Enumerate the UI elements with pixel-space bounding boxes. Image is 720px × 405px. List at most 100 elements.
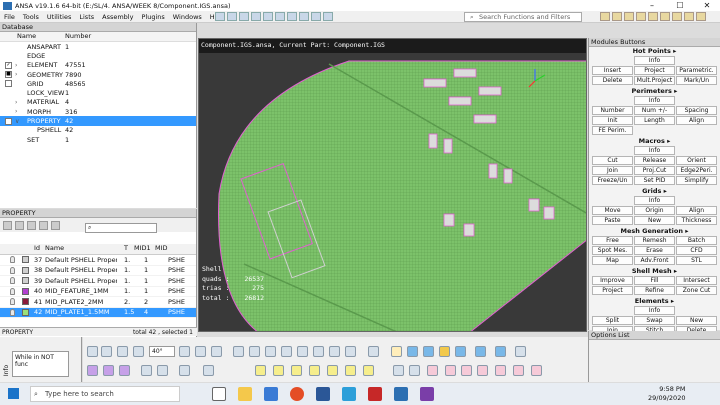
toolbar-icon[interactable] xyxy=(251,12,261,21)
lightbulb-icon[interactable] xyxy=(10,256,15,264)
toolbar-icon[interactable] xyxy=(239,12,249,21)
module-button[interactable]: Project xyxy=(592,286,633,295)
i-beam-icon[interactable] xyxy=(141,365,152,376)
module-button[interactable]: New xyxy=(676,316,717,325)
ent-icon[interactable] xyxy=(101,346,112,357)
module-button[interactable]: Info xyxy=(634,56,675,65)
database-row[interactable]: PSHELL 42 xyxy=(0,126,196,135)
module-button[interactable]: Paste xyxy=(592,216,633,225)
module-button[interactable]: Delete xyxy=(592,76,633,85)
database-row[interactable]: › MATERIAL 4 xyxy=(0,98,196,107)
module-button[interactable]: Improve xyxy=(592,276,633,285)
toolbar-icon[interactable] xyxy=(263,12,273,21)
toolbar-icon[interactable] xyxy=(323,12,333,21)
lightbulb-icon[interactable] xyxy=(10,266,15,274)
lightbulb-icon[interactable] xyxy=(10,287,15,295)
word-icon[interactable] xyxy=(316,387,330,401)
box-icon[interactable] xyxy=(455,346,466,357)
system-clock[interactable]: 9:58 PM 29/09/2020 xyxy=(648,385,685,403)
module-button[interactable]: Zone Cut xyxy=(676,286,717,295)
module-button[interactable]: Info xyxy=(634,306,675,315)
database-row[interactable]: SET 1 xyxy=(0,135,196,144)
module-button[interactable]: Parametric. xyxy=(676,66,717,75)
property-filter-input[interactable]: ⌕ xyxy=(85,223,157,233)
lightbulb-icon[interactable] xyxy=(10,298,15,306)
module-button[interactable]: Cut xyxy=(592,156,633,165)
module-button[interactable]: Fill xyxy=(634,276,675,285)
filter-icon[interactable] xyxy=(445,365,456,376)
shaded-icon[interactable] xyxy=(407,346,418,357)
module-button[interactable]: Map xyxy=(592,256,633,265)
chrome-icon[interactable] xyxy=(290,387,304,401)
toolbar-icon[interactable] xyxy=(672,12,682,21)
module-button[interactable]: Info xyxy=(634,96,675,105)
expand-arrow-icon[interactable]: › xyxy=(15,62,17,69)
cylinder-icon[interactable] xyxy=(119,365,130,376)
property-row[interactable]: 37 Default PSHELL Property 1. 1 PSHE xyxy=(0,255,196,266)
pid-icon[interactable] xyxy=(117,346,128,357)
module-button[interactable]: Split xyxy=(592,316,633,325)
box-icon[interactable] xyxy=(475,346,486,357)
module-button[interactable]: Align xyxy=(676,206,717,215)
box-icon[interactable] xyxy=(495,346,506,357)
col-name[interactable]: Name xyxy=(17,32,36,40)
menu-windows[interactable]: Windows xyxy=(169,13,206,21)
filter-icon[interactable] xyxy=(531,365,542,376)
filter-icon[interactable] xyxy=(495,365,506,376)
settings-icon[interactable] xyxy=(515,346,526,357)
filter-icon[interactable] xyxy=(3,220,12,230)
module-button[interactable]: New xyxy=(634,216,675,225)
visibility-checkbox[interactable]: ■ xyxy=(5,71,12,79)
view-icon[interactable] xyxy=(195,346,206,357)
lightbulb-icon[interactable] xyxy=(10,308,15,316)
grid-icon[interactable] xyxy=(329,346,340,357)
mail-icon[interactable] xyxy=(264,387,278,401)
module-button[interactable]: Project xyxy=(634,66,675,75)
module-button[interactable]: Remesh xyxy=(634,236,675,245)
module-group-title[interactable]: Elements ▸ xyxy=(589,297,720,306)
module-button[interactable]: Release xyxy=(634,156,675,165)
toolbar-icon[interactable] xyxy=(600,12,610,21)
filter-icon[interactable] xyxy=(477,365,488,376)
toolbar-icon[interactable] xyxy=(696,12,706,21)
ansa-icon[interactable] xyxy=(394,387,408,401)
col-name[interactable]: Name xyxy=(45,244,64,252)
col-number[interactable]: Number xyxy=(65,32,91,40)
minimize-button[interactable]: – xyxy=(640,0,664,11)
new-icon[interactable] xyxy=(27,220,36,230)
rotate-icon[interactable] xyxy=(133,346,144,357)
module-button[interactable]: Origin xyxy=(634,206,675,215)
module-button[interactable]: Insert xyxy=(592,66,633,75)
module-button[interactable]: Info xyxy=(634,196,675,205)
module-button[interactable]: Refine xyxy=(634,286,675,295)
cross-icon[interactable] xyxy=(249,346,260,357)
menu-file[interactable]: File xyxy=(0,13,19,21)
toolbar-icon[interactable] xyxy=(636,12,646,21)
visibility-checkbox[interactable] xyxy=(5,117,12,125)
database-row[interactable]: ■ › GEOMETRY 7890 xyxy=(0,70,196,79)
grid-icon[interactable] xyxy=(368,346,379,357)
module-button[interactable]: STL xyxy=(676,256,717,265)
toolbar-icon[interactable] xyxy=(612,12,622,21)
box-icon[interactable] xyxy=(439,346,450,357)
copy-icon[interactable] xyxy=(51,220,60,230)
expand-arrow-icon[interactable]: › xyxy=(15,108,17,115)
solidworks-icon[interactable] xyxy=(368,387,382,401)
toolbar-icon[interactable] xyxy=(275,12,285,21)
diamond-icon[interactable] xyxy=(363,365,374,376)
module-button[interactable]: Batch xyxy=(676,236,717,245)
database-row[interactable]: ∨ PROPERTY 42 xyxy=(0,116,196,126)
module-button[interactable]: Intersect xyxy=(676,276,717,285)
view-icon[interactable] xyxy=(179,346,190,357)
filter-icon[interactable] xyxy=(427,365,438,376)
app-icon[interactable] xyxy=(420,387,434,401)
view-icon[interactable] xyxy=(211,346,222,357)
filter-icon[interactable] xyxy=(513,365,524,376)
module-button[interactable]: CFD xyxy=(676,246,717,255)
arrow-icon[interactable] xyxy=(393,365,404,376)
module-button[interactable]: Freeze/Un xyxy=(592,176,633,185)
module-button[interactable]: Edge2Peri. xyxy=(676,166,717,175)
select-icon[interactable] xyxy=(203,365,214,376)
module-button[interactable]: Spacing xyxy=(676,106,717,115)
toolbar-icon[interactable] xyxy=(684,12,694,21)
